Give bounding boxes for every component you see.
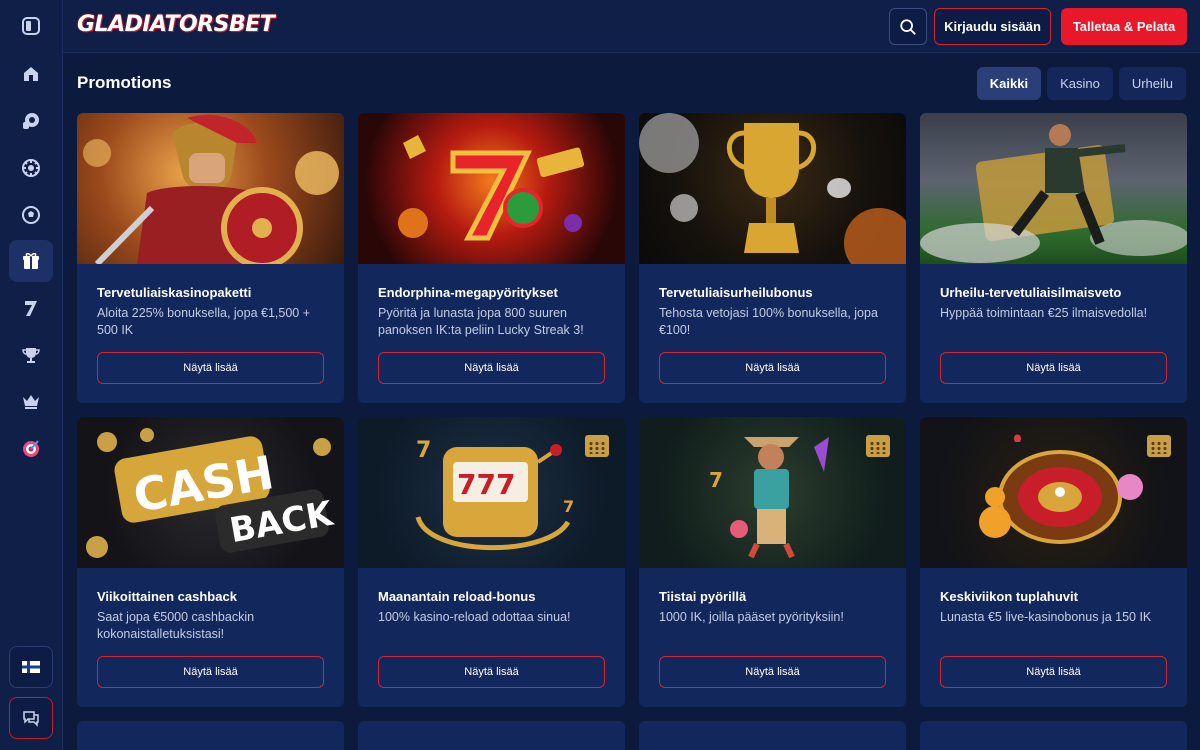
show-more-button[interactable]: Näytä lisää bbox=[659, 656, 886, 688]
tab-casino[interactable]: Kasino bbox=[1047, 67, 1113, 100]
chat-button[interactable] bbox=[9, 697, 53, 739]
show-more-button[interactable]: Näytä lisää bbox=[378, 352, 605, 384]
promo-card[interactable]: Keskiviikon tuplahuvit Lunasta €5 live-k… bbox=[920, 417, 1187, 707]
show-more-button[interactable]: Näytä lisää bbox=[940, 352, 1167, 384]
promo-image-lucky-seven bbox=[358, 113, 625, 264]
login-button[interactable]: Kirjaudu sisään bbox=[934, 8, 1051, 45]
promotion-filters: Kaikki Kasino Urheilu bbox=[976, 67, 1186, 100]
collapse-icon bbox=[22, 17, 40, 35]
promo-image-roulette bbox=[920, 417, 1187, 568]
promo-card-partial[interactable] bbox=[77, 721, 344, 750]
promo-card[interactable]: CASH BACK Viikoittainen cashback Saat jo… bbox=[77, 417, 344, 707]
gift-icon bbox=[23, 252, 39, 269]
svg-text:7: 7 bbox=[563, 497, 574, 516]
search-button[interactable] bbox=[889, 8, 927, 45]
home-icon bbox=[24, 67, 38, 81]
promo-image-trophy bbox=[639, 113, 906, 264]
sidebar-item-home[interactable] bbox=[9, 53, 53, 95]
sidebar-item-missions[interactable] bbox=[9, 427, 53, 469]
promo-title: Tiistai pyörillä bbox=[659, 589, 747, 604]
promo-title: Maanantain reload-bonus bbox=[378, 589, 536, 604]
promotions-grid: Tervetuliaiskasinopaketti Aloita 225% bo… bbox=[77, 113, 1187, 707]
language-flag-icon bbox=[22, 661, 40, 673]
promo-image-football-player bbox=[920, 113, 1187, 264]
promo-card-partial[interactable] bbox=[358, 721, 625, 750]
search-icon bbox=[900, 18, 916, 35]
promo-description: Saat jopa €5000 cashbackin kokonaistalle… bbox=[97, 610, 255, 641]
calendar-icon bbox=[585, 435, 609, 457]
top-header: GLADIATORSBET Kirjaudu sisään Talletaa &… bbox=[63, 0, 1200, 53]
sidebar-item-vip[interactable] bbox=[9, 380, 53, 422]
promo-card[interactable]: 7 Tiistai pyörillä 1000 IK, joilla pääse… bbox=[639, 417, 906, 707]
show-more-button[interactable]: Näytä lisää bbox=[97, 352, 324, 384]
promo-description: Hyppää toimintaan €25 ilmaisvedolla! bbox=[940, 306, 1148, 320]
sidebar-item-promotions[interactable] bbox=[9, 240, 53, 282]
promo-description: 100% kasino-reload odottaa sinua! bbox=[378, 610, 571, 624]
promo-title: Urheilu-tervetuliaisilmaisveto bbox=[940, 285, 1122, 300]
promo-title: Tervetuliaiskasinopaketti bbox=[97, 285, 252, 300]
tab-all[interactable]: Kaikki bbox=[976, 67, 1042, 100]
promo-image-cashback: CASH BACK bbox=[77, 417, 344, 568]
promo-description: Tehosta vetojasi 100% bonuksella, jopa €… bbox=[659, 306, 878, 337]
sidebar-item-sports[interactable] bbox=[9, 194, 53, 236]
language-selector[interactable] bbox=[9, 646, 53, 688]
promo-description: Lunasta €5 live-kasinobonus ja 150 IK bbox=[940, 610, 1152, 624]
tab-sports[interactable]: Urheilu bbox=[1118, 67, 1186, 100]
promo-description: Aloita 225% bonuksella, jopa €1,500 + 50… bbox=[97, 306, 311, 337]
calendar-icon bbox=[866, 435, 890, 457]
sidebar-toggle-button[interactable] bbox=[9, 5, 53, 47]
target-icon bbox=[23, 440, 39, 457]
promo-card[interactable]: Tervetuliaiskasinopaketti Aloita 225% bo… bbox=[77, 113, 344, 403]
football-icon bbox=[22, 206, 40, 224]
svg-text:7: 7 bbox=[709, 468, 723, 492]
calendar-icon bbox=[1147, 435, 1171, 457]
brand-logo[interactable]: GLADIATORSBET bbox=[77, 12, 275, 37]
show-more-button[interactable]: Näytä lisää bbox=[378, 656, 605, 688]
show-more-button[interactable]: Näytä lisää bbox=[97, 656, 324, 688]
sidebar-item-casino[interactable] bbox=[9, 100, 53, 142]
crown-icon bbox=[23, 395, 39, 409]
promo-card[interactable]: Tervetuliaisurheilubonus Tehosta vetojas… bbox=[639, 113, 906, 403]
sidebar-item-live-casino[interactable] bbox=[9, 147, 53, 189]
promo-title: Tervetuliaisurheilubonus bbox=[659, 285, 813, 300]
sidebar-item-tournaments[interactable] bbox=[9, 334, 53, 376]
promo-description: 1000 IK, joilla pääset pyörityksiin! bbox=[659, 610, 844, 624]
casino-chip-icon bbox=[23, 113, 39, 129]
promo-description: Pyöritä ja lunasta jopa 800 suuren panok… bbox=[378, 306, 584, 337]
trophy-icon bbox=[22, 348, 40, 363]
promo-card-partial[interactable] bbox=[639, 721, 906, 750]
promo-image-gladiator bbox=[77, 113, 344, 264]
sidebar-item-slots[interactable] bbox=[9, 287, 53, 329]
show-more-button[interactable]: Näytä lisää bbox=[940, 656, 1167, 688]
svg-text:7: 7 bbox=[416, 438, 431, 463]
promo-card[interactable]: 777 7 7 Maanantain reload-bonus 100% kas… bbox=[358, 417, 625, 707]
seven-icon bbox=[25, 301, 37, 316]
promo-image-cowboy: 7 bbox=[639, 417, 906, 568]
chat-icon bbox=[23, 711, 39, 727]
sidebar bbox=[0, 0, 63, 750]
promo-image-slot-machine: 777 7 7 bbox=[358, 417, 625, 568]
promo-title: Endorphina-megapyöritykset bbox=[378, 285, 558, 300]
page-title: Promotions bbox=[77, 73, 172, 92]
svg-text:777: 777 bbox=[457, 468, 515, 501]
promo-card-partial[interactable] bbox=[920, 721, 1187, 750]
deposit-play-button[interactable]: Talletaa & Pelata bbox=[1061, 8, 1187, 45]
promo-card[interactable]: Endorphina-megapyöritykset Pyöritä ja lu… bbox=[358, 113, 625, 403]
poker-chip-icon bbox=[22, 159, 40, 177]
promo-card[interactable]: Urheilu-tervetuliaisilmaisveto Hyppää to… bbox=[920, 113, 1187, 403]
promo-title: Keskiviikon tuplahuvit bbox=[940, 589, 1078, 604]
promo-title: Viikoittainen cashback bbox=[97, 589, 237, 604]
show-more-button[interactable]: Näytä lisää bbox=[659, 352, 886, 384]
